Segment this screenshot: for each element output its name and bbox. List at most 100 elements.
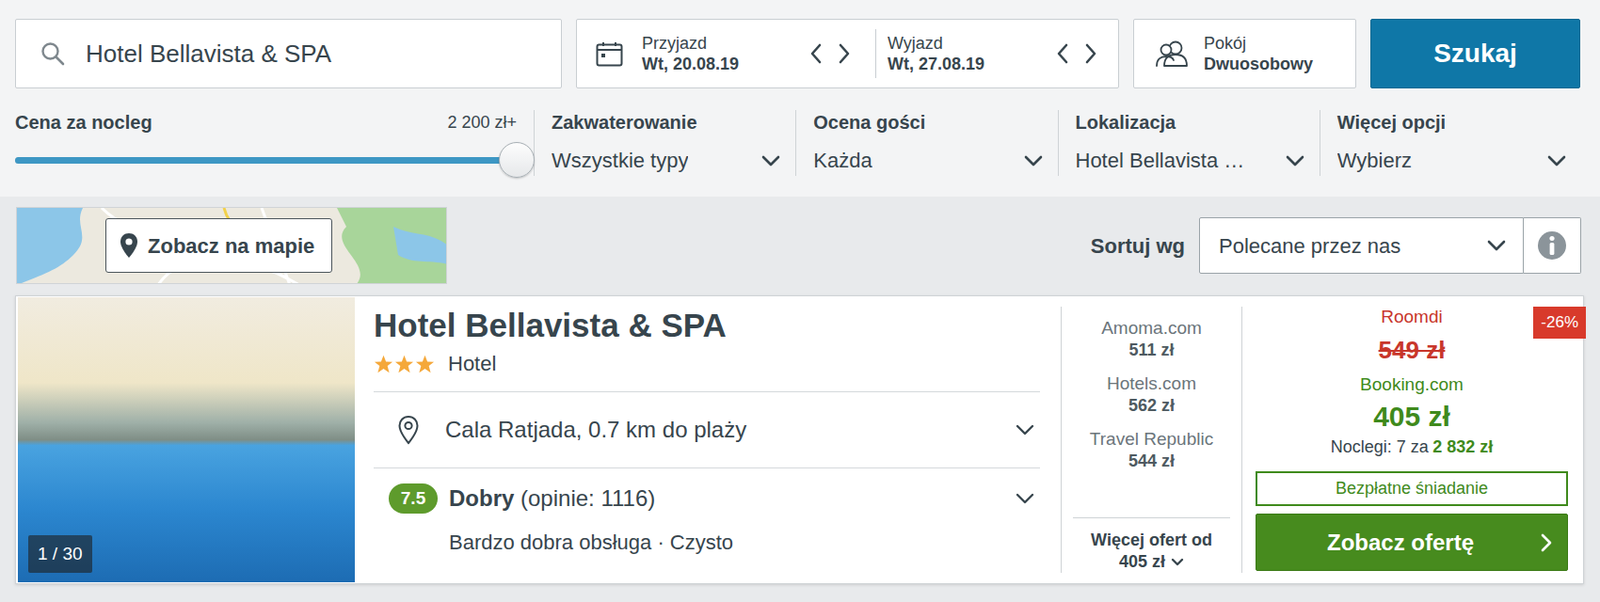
total-price: 2 832 zł [1432, 437, 1493, 457]
search-bar: Przyjazd Wt, 20.08.19 Wyjazd Wt, 27.08.1… [15, 18, 1582, 89]
checkout-arrows [1056, 43, 1098, 64]
previous-day-button[interactable] [1056, 43, 1070, 64]
guests-icon [1154, 39, 1189, 68]
filter-label: Ocena gości [813, 110, 1042, 135]
search-icon [40, 41, 65, 66]
price-slider [15, 144, 517, 176]
chevron-down-icon [1024, 155, 1043, 167]
offer-list: Amoma.com511 zł Hotels.com562 zł Travel Re… [1072, 306, 1231, 501]
checkin-arrows [809, 43, 851, 64]
more-offers-label: Więcej ofert od [1072, 529, 1231, 552]
results-toolbar: Zobacz na mapie Sortuj wg Polecane przez… [0, 196, 1600, 285]
price-handle[interactable] [498, 142, 535, 178]
room-picker[interactable]: Pokój Dwuosobowy [1133, 18, 1357, 89]
chevron-right-icon [1540, 533, 1552, 553]
rating-score: 7.5 [388, 483, 438, 514]
more-offers-price: 405 zł [1119, 551, 1166, 574]
sort-select[interactable]: Polecane przez nas [1199, 217, 1524, 274]
sort-value: Polecane przez nas [1218, 230, 1401, 262]
view-deal-label: Zobacz ofertę [1271, 526, 1530, 560]
hotel-location: Cala Ratjada, 0.7 km do plaży [445, 413, 991, 448]
hotel-class: Hotel [373, 350, 1040, 393]
search-input[interactable] [85, 35, 543, 73]
chevron-left-icon [1056, 43, 1070, 64]
rating-highlights: Bardzo dobra obsługa · Czysto [448, 527, 1035, 559]
search-field[interactable] [15, 18, 562, 89]
hotel-photo[interactable]: 1 / 30 [17, 297, 355, 583]
calendar-icon [595, 41, 624, 67]
filter-value-row: Wybierz [1337, 144, 1567, 176]
next-day-button[interactable] [1084, 43, 1098, 64]
hotel-info: Hotel Bellavista & SPA Hotel Cala Ratjad… [373, 297, 1040, 583]
offer-site: Travel Republic [1072, 428, 1231, 451]
room-label: Pokój [1203, 32, 1313, 54]
filter-label: Zakwaterowanie [551, 110, 781, 135]
review-count: (opinie: 1116) [520, 485, 656, 512]
filter-value-row: Wszystkie typy [551, 144, 781, 176]
star-rating [373, 354, 435, 374]
filter-label: Więcej opcji [1337, 110, 1567, 135]
chevron-left-icon [809, 43, 823, 64]
previous-day-button[interactable] [809, 43, 823, 64]
price-label: Cena za nocleg [15, 110, 153, 135]
nights-label: Noclegi: 7 za [1330, 437, 1429, 457]
location-row[interactable]: Cala Ratjada, 0.7 km do plaży [373, 392, 1040, 469]
filter-bar: Cena za nocleg 2 200 zł+ Zakwaterowanie W… [15, 110, 1582, 176]
offer-item[interactable]: Amoma.com511 zł [1072, 317, 1231, 361]
price-reading: 2 200 zł+ [447, 110, 517, 135]
star-icon [373, 354, 394, 374]
rating-line: 7.5 Dobry (opinie: 1116) [388, 481, 1035, 516]
checkout-text: Wyjazd Wt, 27.08.19 [887, 32, 1056, 75]
breakfast-perk: Bezpłatne śniadanie [1255, 471, 1568, 507]
sort-group: Polecane przez nas [1199, 217, 1582, 274]
chevron-down-icon [1487, 240, 1506, 252]
checkin-date[interactable]: Przyjazd Wt, 20.08.19 [576, 19, 876, 88]
location-pin-icon [397, 415, 420, 446]
rating-row[interactable]: 7.5 Dobry (opinie: 1116) Bardzo dobra ob… [373, 468, 1040, 559]
more-offers[interactable]: Więcej ofert od 405 zł [1072, 517, 1231, 574]
checkout-label: Wyjazd [887, 32, 1056, 54]
show-map-button[interactable]: Zobacz na mapie [105, 218, 333, 273]
more-offers-line: 405 zł [1072, 551, 1231, 574]
next-day-button[interactable] [837, 43, 851, 64]
offer-price: 511 zł [1072, 339, 1231, 361]
offer-price: 562 zł [1072, 395, 1231, 416]
sort-info-button[interactable] [1523, 217, 1582, 274]
price-filter[interactable]: Cena za nocleg 2 200 zł+ [15, 110, 517, 176]
checkout-value: Wt, 27.08.19 [887, 53, 1056, 75]
stay-total: Noclegi: 7 za2 832 zł [1255, 435, 1568, 459]
chevron-down-icon [1170, 558, 1184, 567]
filter-dropdown[interactable]: Zakwaterowanie Wszystkie typy [533, 110, 796, 176]
offer-item[interactable]: Hotels.com562 zł [1072, 372, 1231, 416]
filter-label: Lokalizacja [1075, 110, 1305, 135]
photo-counter: 1 / 30 [28, 535, 93, 575]
room-text: Pokój Dwuosobowy [1203, 32, 1313, 75]
search-header: Przyjazd Wt, 20.08.19 Wyjazd Wt, 27.08.1… [0, 0, 1600, 197]
filter-dropdown[interactable]: Ocena gościKażda [795, 110, 1057, 176]
chevron-right-icon [1084, 43, 1098, 64]
price-header: Cena za nocleg 2 200 zł+ [15, 110, 517, 135]
map-preview[interactable]: Zobacz na mapie [16, 207, 448, 285]
discount-badge: -26% [1533, 306, 1586, 339]
room-value: Dwuosobowy [1203, 53, 1313, 75]
checkin-value: Wt, 20.08.19 [641, 53, 791, 75]
offer-item[interactable]: Travel Republic544 zł [1072, 428, 1231, 472]
price-fill [15, 157, 517, 164]
search-button[interactable]: Szukaj [1370, 18, 1581, 89]
view-deal-button[interactable]: Zobacz ofertę [1255, 513, 1568, 572]
price-track[interactable] [15, 157, 517, 164]
chevron-down-icon [1547, 155, 1567, 167]
filter-dropdown[interactable]: LokalizacjaHotel Bellavista … [1057, 110, 1320, 176]
star-icon [394, 354, 415, 374]
filter-value: Wszystkie typy [551, 144, 688, 176]
filter-dropdowns: Zakwaterowanie Wszystkie typy Ocena gościK… [533, 110, 1582, 176]
hotel-type: Hotel [448, 350, 496, 379]
rating-word: Dobry [448, 485, 514, 512]
hotel-name[interactable]: Hotel Bellavista & SPA [373, 297, 1040, 347]
filter-dropdown[interactable]: Więcej opcji Wybierz [1319, 110, 1582, 176]
map-pin-icon [119, 232, 139, 259]
checkout-date[interactable]: Wyjazd Wt, 27.08.19 [875, 29, 1119, 79]
original-price: 549 zł [1255, 334, 1568, 367]
hotel-card: 1 / 30 Hotel Bellavista & SPA Hotel Cala… [15, 295, 1584, 585]
best-deal: Roomdi 549 zł Booking.com 405 zł Noclegi… [1242, 297, 1582, 583]
